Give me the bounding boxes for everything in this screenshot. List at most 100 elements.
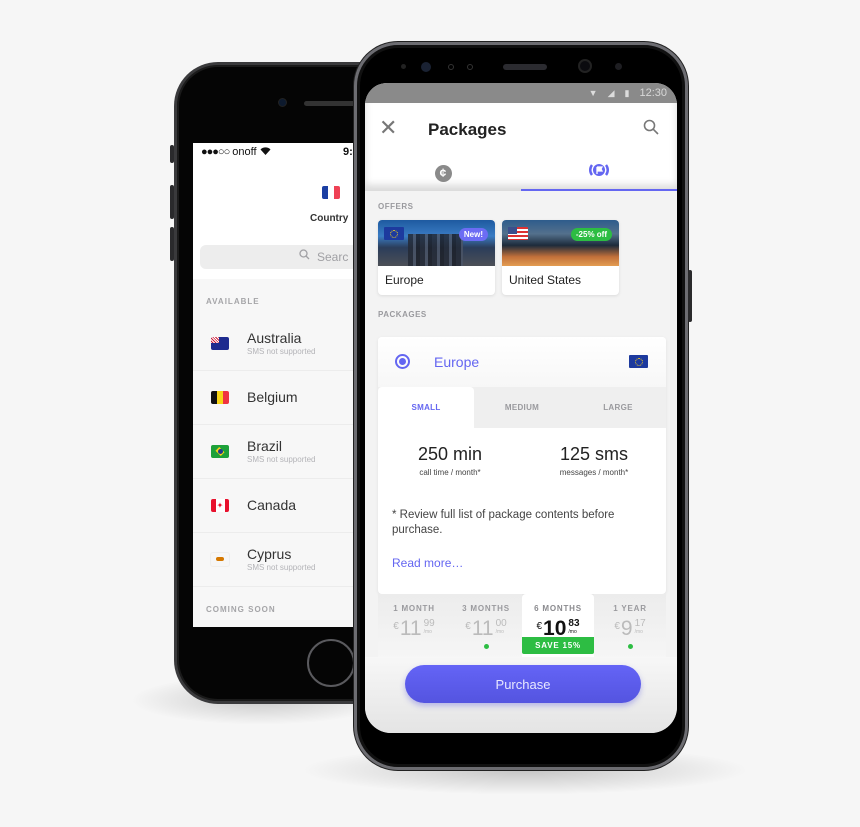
price-decimal: 83 bbox=[568, 618, 580, 629]
currency: € bbox=[465, 621, 471, 632]
stat-value: 250 min bbox=[417, 444, 483, 464]
purchase-button[interactable]: Purchase bbox=[405, 665, 641, 703]
offer-card-europe[interactable]: New! Europe bbox=[378, 220, 495, 295]
period-label: 1 YEAR bbox=[613, 604, 647, 613]
country-note: SMS not supported bbox=[247, 563, 316, 572]
price-decimal: 00 bbox=[495, 618, 507, 629]
section-label-coming-soon: COMING SOON bbox=[206, 605, 276, 614]
us-offer-image: -25% off bbox=[502, 220, 619, 266]
home-button[interactable] bbox=[307, 639, 355, 687]
search-placeholder: Searc bbox=[317, 250, 349, 264]
offer-name: Europe bbox=[385, 273, 424, 287]
period-price: € 11 00/mo bbox=[450, 618, 522, 640]
power-button bbox=[688, 270, 692, 322]
period-6-months[interactable]: 6 MONTHS € 10 83/mo SAVE 15% bbox=[522, 594, 594, 666]
price-unit: /mo bbox=[568, 629, 577, 635]
ios-status-bar: ●●●○○ onoff 9:41 bbox=[193, 143, 371, 161]
period-1-year[interactable]: 1 YEAR € 9 17/mo bbox=[594, 594, 666, 666]
price-integer: 11 bbox=[399, 617, 422, 640]
stat-caption: call time / month* bbox=[419, 468, 481, 477]
stat-messages: 125 sms messages / month* bbox=[522, 444, 666, 496]
country-row-brazil[interactable]: Brazil SMS not supported bbox=[193, 425, 371, 479]
search-icon[interactable] bbox=[643, 119, 659, 140]
sensor bbox=[448, 64, 454, 70]
coin-icon: ¢ bbox=[434, 164, 452, 182]
country-name: Brazil bbox=[247, 438, 283, 454]
period-1-month[interactable]: 1 MONTH € 11 99/mo bbox=[378, 594, 450, 666]
package-card: Europe SMALL MEDIUM LARGE 250 min call t… bbox=[378, 337, 666, 594]
country-note: SMS not supported bbox=[247, 455, 316, 464]
package-stats: 250 min call time / month* 125 sms messa… bbox=[378, 428, 666, 496]
tab-packages[interactable] bbox=[521, 155, 677, 191]
price-decimal: 99 bbox=[423, 618, 435, 629]
europe-offer-image: New! bbox=[378, 220, 495, 266]
country-name: Australia bbox=[247, 330, 302, 346]
country-name: Cyprus bbox=[247, 546, 292, 562]
country-name: Belgium bbox=[247, 389, 298, 405]
sensor bbox=[615, 63, 622, 70]
period-price: € 11 99/mo bbox=[378, 618, 450, 640]
wifi-icon bbox=[260, 146, 271, 158]
price-integer: 11 bbox=[471, 617, 494, 640]
tab-credits[interactable]: ¢ bbox=[365, 155, 521, 191]
tab-size-medium[interactable]: MEDIUM bbox=[474, 387, 570, 428]
cyprus-flag-icon bbox=[211, 553, 229, 566]
cell-signal-icon: ◢ bbox=[607, 87, 615, 98]
front-camera-icon bbox=[278, 98, 287, 107]
tab-size-large[interactable]: LARGE bbox=[570, 387, 666, 428]
country-row-cyprus[interactable]: Cyprus SMS not supported bbox=[193, 533, 371, 587]
save-badge: SAVE 15% bbox=[522, 637, 594, 654]
period-label: 6 MONTHS bbox=[534, 604, 582, 613]
package-radio[interactable] bbox=[395, 354, 410, 369]
package-header[interactable]: Europe bbox=[378, 337, 666, 387]
offers-list: New! Europe -25% off United States bbox=[378, 220, 677, 295]
country-row-canada[interactable]: ✦ Canada bbox=[193, 479, 371, 533]
currency: € bbox=[393, 621, 399, 632]
billing-periods: 1 MONTH € 11 99/mo 3 MONTHS € 11 00/mo 6… bbox=[378, 594, 666, 666]
period-price: € 9 17/mo bbox=[594, 618, 666, 640]
iphone-device: ●●●○○ onoff 9:41 Country Searc AVAILAB bbox=[170, 62, 384, 704]
country-row-australia[interactable]: Australia SMS not supported bbox=[193, 317, 371, 371]
earpiece-speaker bbox=[503, 64, 547, 70]
australia-flag-icon bbox=[211, 337, 229, 350]
package-name: Europe bbox=[434, 354, 480, 370]
section-label-available: AVAILABLE bbox=[206, 297, 260, 306]
new-badge: New! bbox=[458, 228, 488, 241]
tab-size-small[interactable]: SMALL bbox=[378, 387, 474, 428]
price-integer: 9 bbox=[620, 617, 633, 640]
brazil-flag-icon bbox=[211, 445, 229, 458]
offer-card-united-states[interactable]: -25% off United States bbox=[502, 220, 619, 295]
page-title: Country bbox=[310, 213, 349, 224]
price-decimal: 17 bbox=[634, 618, 646, 629]
android-status-bar: ▼ ◢ ▮ 12:30 bbox=[365, 83, 677, 103]
package-note: * Review full list of package contents b… bbox=[392, 509, 615, 536]
deal-indicator-dot bbox=[483, 644, 489, 649]
app-bar: ✕ Packages ¢ bbox=[365, 103, 677, 191]
close-icon[interactable]: ✕ bbox=[379, 117, 397, 139]
country-row-belgium[interactable]: Belgium bbox=[193, 371, 371, 425]
search-icon bbox=[299, 249, 310, 263]
battery-icon: ▮ bbox=[624, 87, 630, 98]
currency: € bbox=[536, 621, 543, 632]
proximity-sensor bbox=[401, 64, 406, 69]
period-label: 3 MONTHS bbox=[462, 604, 510, 613]
eu-flag-icon bbox=[629, 355, 648, 368]
search-input[interactable]: Searc bbox=[200, 245, 371, 269]
section-label-packages: PACKAGES bbox=[378, 310, 427, 319]
country-name: Canada bbox=[247, 497, 297, 513]
android-device: ▼ ◢ ▮ 12:30 ✕ Packages ¢ OFFERS New! Eur… bbox=[354, 42, 692, 770]
belgium-flag-icon bbox=[211, 391, 229, 404]
read-more-link[interactable]: Read more… bbox=[378, 556, 666, 594]
france-flag-icon[interactable] bbox=[322, 186, 340, 199]
mute-switch bbox=[170, 145, 174, 163]
period-3-months[interactable]: 3 MONTHS € 11 00/mo bbox=[450, 594, 522, 666]
sensor bbox=[467, 64, 473, 70]
stat-value: 125 sms bbox=[559, 444, 629, 464]
price-unit: /mo bbox=[634, 629, 643, 635]
section-label-offers: OFFERS bbox=[378, 202, 414, 211]
price-unit: /mo bbox=[495, 629, 504, 635]
volume-down-button bbox=[170, 227, 174, 261]
carrier-label: onoff bbox=[232, 146, 257, 158]
signal-icon: ●●●○○ bbox=[201, 146, 230, 158]
volume-up-button bbox=[170, 185, 174, 219]
